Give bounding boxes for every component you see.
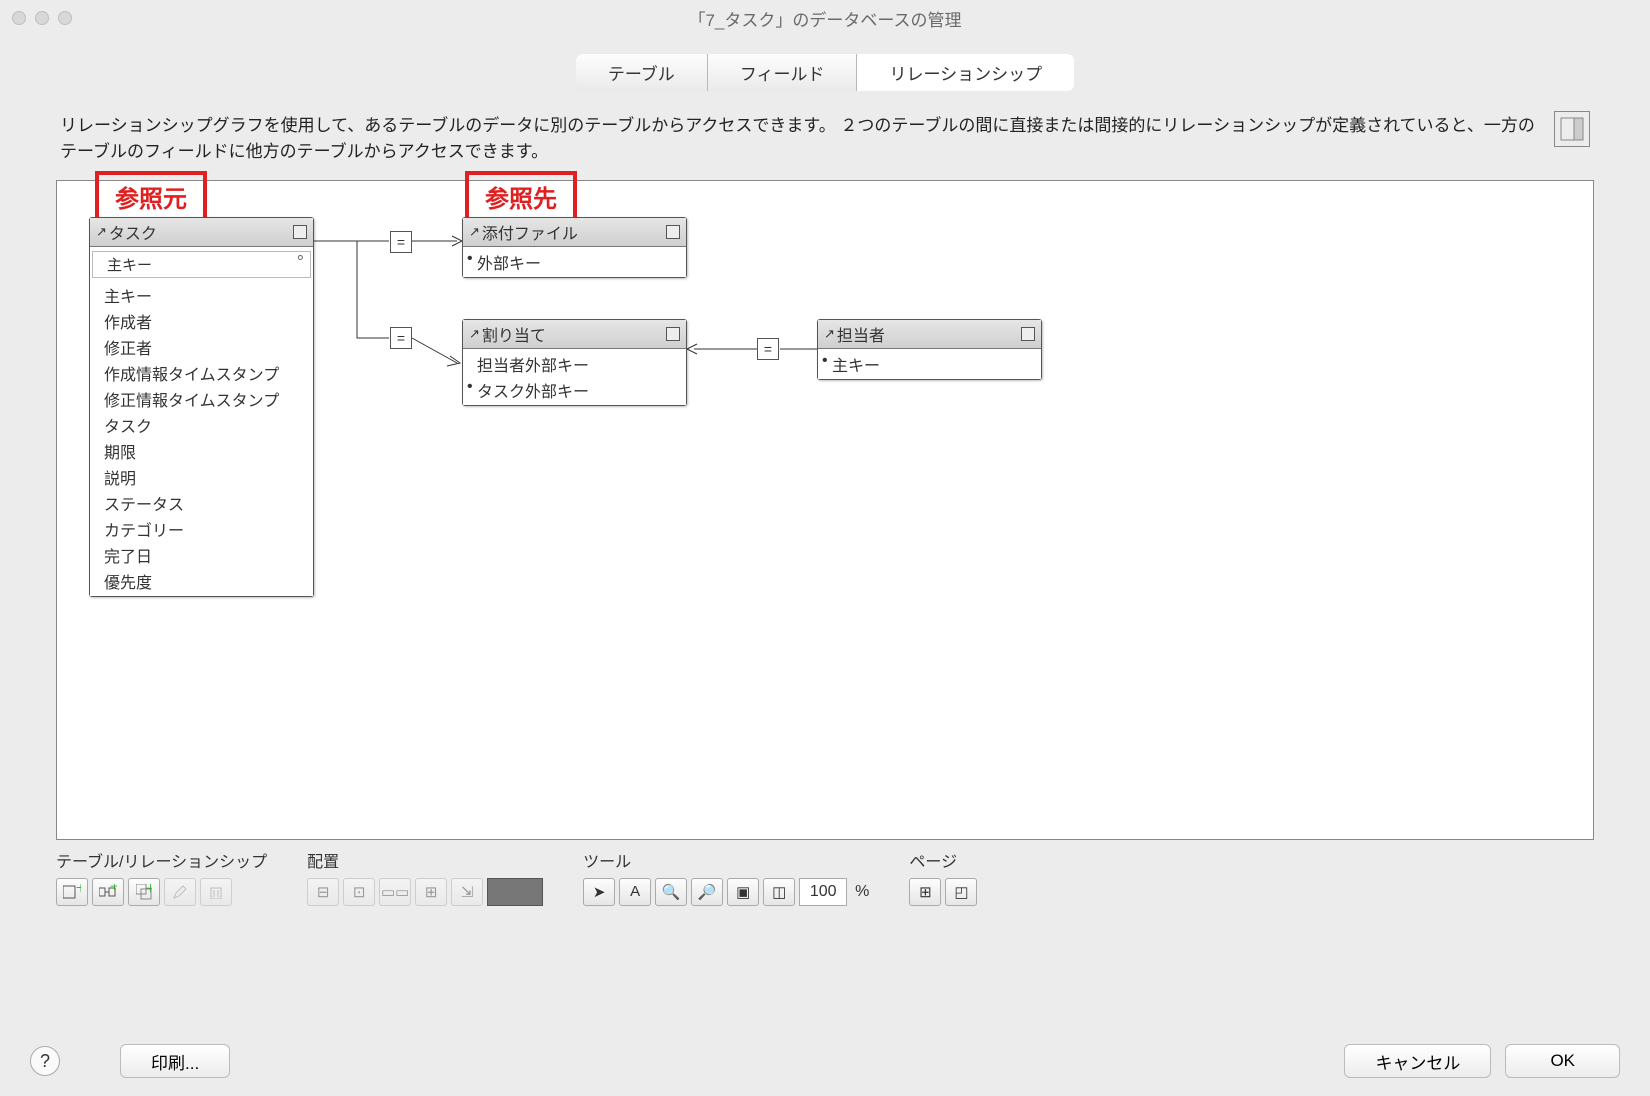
- field[interactable]: ステータス: [90, 490, 313, 516]
- field[interactable]: 完了日: [90, 542, 313, 568]
- add-table-button[interactable]: ＋: [56, 878, 88, 906]
- align-v-button[interactable]: ⊟: [307, 878, 339, 906]
- field[interactable]: 主キー: [818, 351, 1041, 377]
- operator-eq-1[interactable]: =: [390, 231, 412, 253]
- toolbar-label-arrange: 配置: [307, 848, 543, 872]
- description-text: リレーションシップグラフを使用して、あるテーブルのデータに別のテーブルからアクセ…: [60, 113, 1538, 166]
- description-area: リレーションシップグラフを使用して、あるテーブルのデータに別のテーブルからアクセ…: [0, 91, 1650, 174]
- duplicate-button[interactable]: ＋: [128, 878, 160, 906]
- page-break-button[interactable]: ◰: [945, 878, 977, 906]
- svg-text:＋: ＋: [109, 884, 117, 893]
- field[interactable]: 作成者: [90, 308, 313, 334]
- field[interactable]: 外部キー: [463, 249, 686, 275]
- field[interactable]: 期限: [90, 438, 313, 464]
- field[interactable]: 説明: [90, 464, 313, 490]
- fit-button[interactable]: ▣: [727, 878, 759, 906]
- collapse-icon[interactable]: [666, 225, 680, 239]
- field[interactable]: タスク外部キー: [463, 377, 686, 403]
- titlebar: 「7_タスク」のデータベースの管理: [0, 0, 1650, 36]
- field[interactable]: 優先度: [90, 568, 313, 594]
- zoom-out-button[interactable]: 🔎: [691, 878, 723, 906]
- relationship-canvas[interactable]: 参照元 参照先 ↗タスク 主キー 主キー 作成者 修正者 作成情報タイムスタンプ…: [56, 180, 1594, 840]
- zoom-in-button[interactable]: 🔍: [655, 878, 687, 906]
- field[interactable]: 作成情報タイムスタンプ: [90, 360, 313, 386]
- add-relationship-button[interactable]: ＋: [92, 878, 124, 906]
- collapse-icon[interactable]: [666, 327, 680, 341]
- pointer-tool[interactable]: ➤: [583, 878, 615, 906]
- operator-eq-3[interactable]: =: [757, 338, 779, 360]
- field[interactable]: カテゴリー: [90, 516, 313, 542]
- toolbar-label-tool: ツール: [583, 848, 869, 872]
- select-connected-button[interactable]: ◫: [763, 878, 795, 906]
- annotation-target: 参照先: [465, 171, 577, 222]
- table-assignment-title: 割り当て: [482, 322, 546, 346]
- edit-button[interactable]: [164, 878, 196, 906]
- distribute-v-button[interactable]: ⊞: [415, 878, 447, 906]
- delete-button[interactable]: [200, 878, 232, 906]
- field[interactable]: 修正情報タイムスタンプ: [90, 386, 313, 412]
- color-picker[interactable]: [487, 878, 543, 906]
- field[interactable]: 主キー: [90, 282, 313, 308]
- tab-fields[interactable]: フィールド: [708, 54, 858, 91]
- cancel-button[interactable]: キャンセル: [1344, 1044, 1491, 1078]
- align-h-button[interactable]: ⊡: [343, 878, 375, 906]
- toolbar-label-tables: テーブル/リレーションシップ: [56, 848, 267, 872]
- svg-text:＋: ＋: [75, 884, 81, 895]
- distribute-h-button[interactable]: ▭▭: [379, 878, 411, 906]
- table-task[interactable]: ↗タスク 主キー 主キー 作成者 修正者 作成情報タイムスタンプ 修正情報タイム…: [89, 217, 314, 597]
- toolbar-label-page: ページ: [909, 848, 977, 872]
- table-task-title: タスク: [109, 220, 157, 244]
- segment-control: テーブル フィールド リレーションシップ: [576, 54, 1074, 91]
- table-assignee-title: 担当者: [837, 322, 885, 346]
- ok-button[interactable]: OK: [1505, 1044, 1620, 1078]
- resize-button[interactable]: ⇲: [451, 878, 483, 906]
- tab-relationships[interactable]: リレーションシップ: [857, 54, 1074, 91]
- window-title: 「7_タスク」のデータベースの管理: [0, 6, 1650, 31]
- field[interactable]: 修正者: [90, 334, 313, 360]
- footer: ? 印刷... キャンセル OK: [0, 1026, 1650, 1096]
- toolbar: テーブル/リレーションシップ ＋ ＋ ＋ 配置 ⊟ ⊡ ▭▭ ⊞ ⇲ ツール ➤…: [0, 840, 1650, 906]
- table-assignee[interactable]: ↗担当者 主キー: [817, 319, 1042, 380]
- field[interactable]: 担当者外部キー: [463, 351, 686, 377]
- collapse-icon[interactable]: [1021, 327, 1035, 341]
- collapse-icon[interactable]: [293, 225, 307, 239]
- page-setup-button[interactable]: ⊞: [909, 878, 941, 906]
- zoom-percent: %: [855, 883, 869, 901]
- table-attachment[interactable]: ↗添付ファイル 外部キー: [462, 217, 687, 278]
- print-button[interactable]: 印刷...: [120, 1044, 230, 1078]
- table-attachment-title: 添付ファイル: [482, 220, 578, 244]
- operator-eq-2[interactable]: =: [390, 327, 412, 349]
- tabbar: テーブル フィールド リレーションシップ: [0, 54, 1650, 91]
- table-assignment[interactable]: ↗割り当て 担当者外部キー タスク外部キー: [462, 319, 687, 406]
- zoom-value[interactable]: 100: [799, 878, 847, 906]
- tab-tables[interactable]: テーブル: [576, 54, 708, 91]
- annotation-source: 参照元: [95, 171, 207, 222]
- table-task-pk[interactable]: 主キー: [92, 251, 311, 278]
- text-tool[interactable]: A: [619, 878, 651, 906]
- field[interactable]: タスク: [90, 412, 313, 438]
- panel-collapse-icon[interactable]: [1554, 111, 1590, 147]
- svg-text:＋: ＋: [145, 884, 152, 895]
- help-button[interactable]: ?: [30, 1046, 60, 1076]
